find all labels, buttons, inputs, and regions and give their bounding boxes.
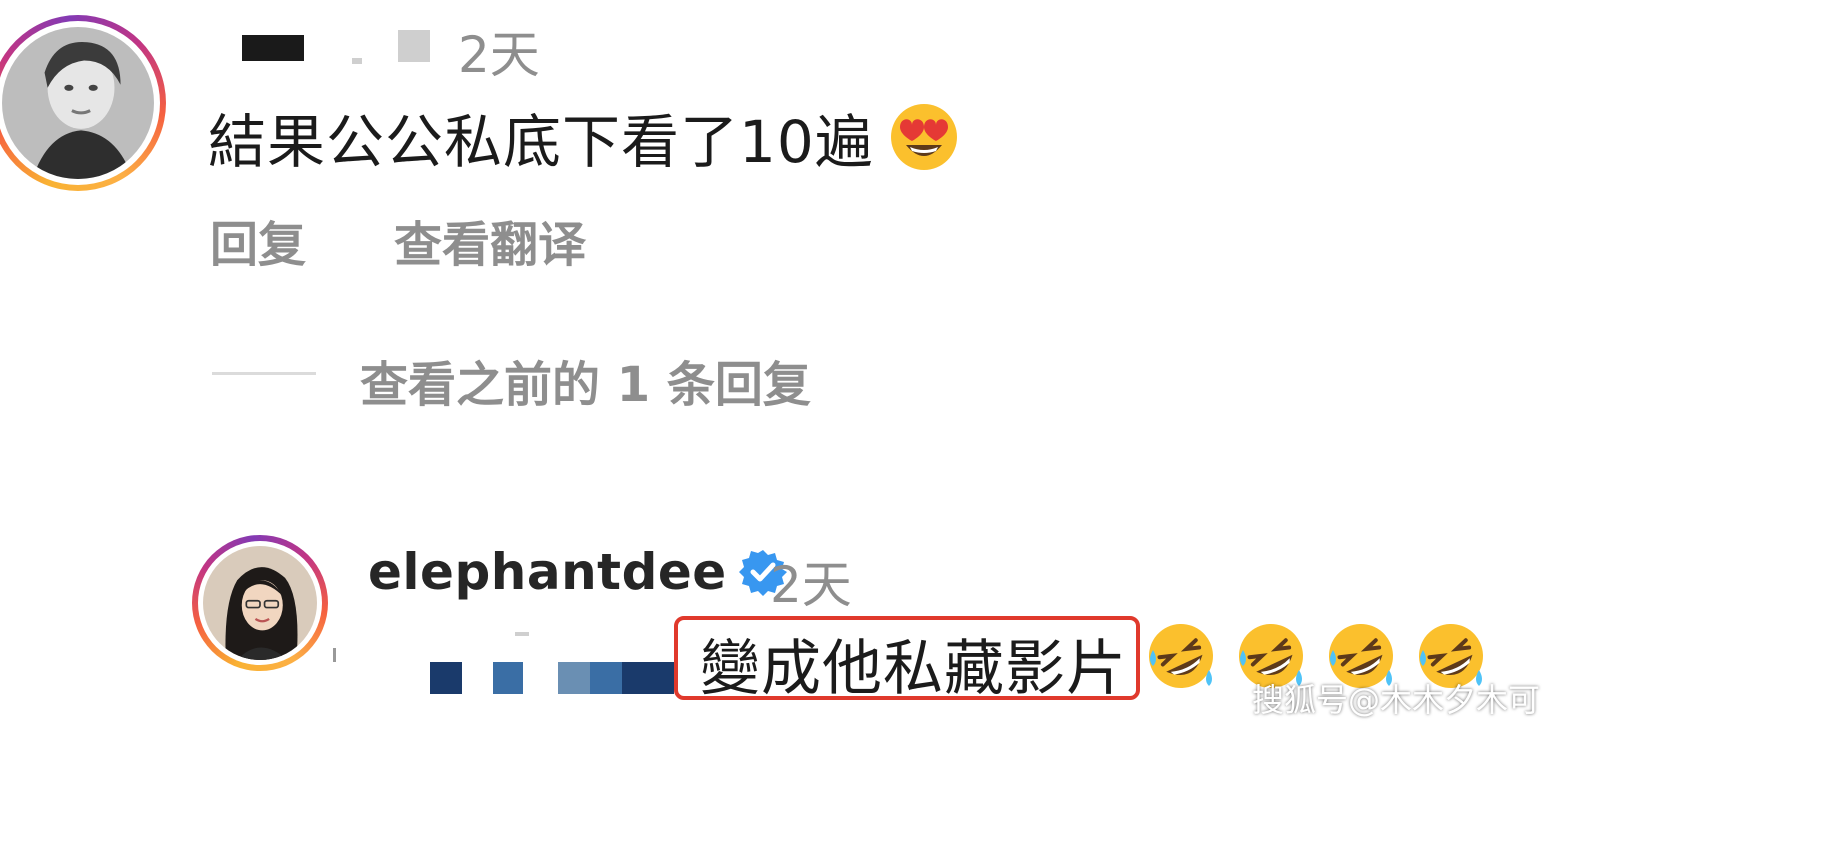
redaction-block bbox=[558, 662, 590, 694]
reply-timestamp: 2天 bbox=[770, 556, 852, 614]
avatar-edge-mark bbox=[333, 648, 336, 662]
redaction-block bbox=[590, 662, 622, 694]
reply-text: 變成他私藏影片 bbox=[700, 634, 1127, 704]
username-redacted[interactable] bbox=[242, 35, 304, 61]
reply-username-text: elephantdee bbox=[368, 543, 727, 601]
smiling-face-with-heart-eyes-icon bbox=[888, 101, 960, 173]
redaction-block bbox=[622, 662, 674, 694]
divider-line bbox=[212, 372, 316, 375]
commenter-avatar[interactable] bbox=[0, 15, 166, 191]
avatar-photo bbox=[203, 546, 317, 660]
username-redacted-part bbox=[398, 30, 430, 62]
comment-timestamp: 2天 bbox=[458, 26, 540, 84]
watermark: 搜狐号@木木夕木可 bbox=[1252, 681, 1541, 719]
reply-button[interactable]: 回复 bbox=[210, 205, 306, 275]
comment-text: 結果公公私底下看了10遍 bbox=[208, 95, 960, 179]
reply-username[interactable]: elephantdee bbox=[368, 543, 787, 601]
avatar-photo bbox=[2, 27, 154, 179]
redaction-dot bbox=[352, 58, 362, 64]
translate-button[interactable]: 查看翻译 bbox=[394, 205, 586, 275]
comment-text-content: 結果公公私底下看了10遍 bbox=[208, 108, 874, 176]
redaction-block bbox=[493, 662, 523, 694]
rolling-on-floor-laughing-icon bbox=[1145, 620, 1217, 692]
redaction-dot bbox=[515, 632, 529, 636]
redaction-block bbox=[430, 662, 462, 694]
view-previous-replies-button[interactable]: 查看之前的 1 条回复 bbox=[360, 345, 811, 415]
replier-avatar[interactable] bbox=[192, 535, 328, 671]
